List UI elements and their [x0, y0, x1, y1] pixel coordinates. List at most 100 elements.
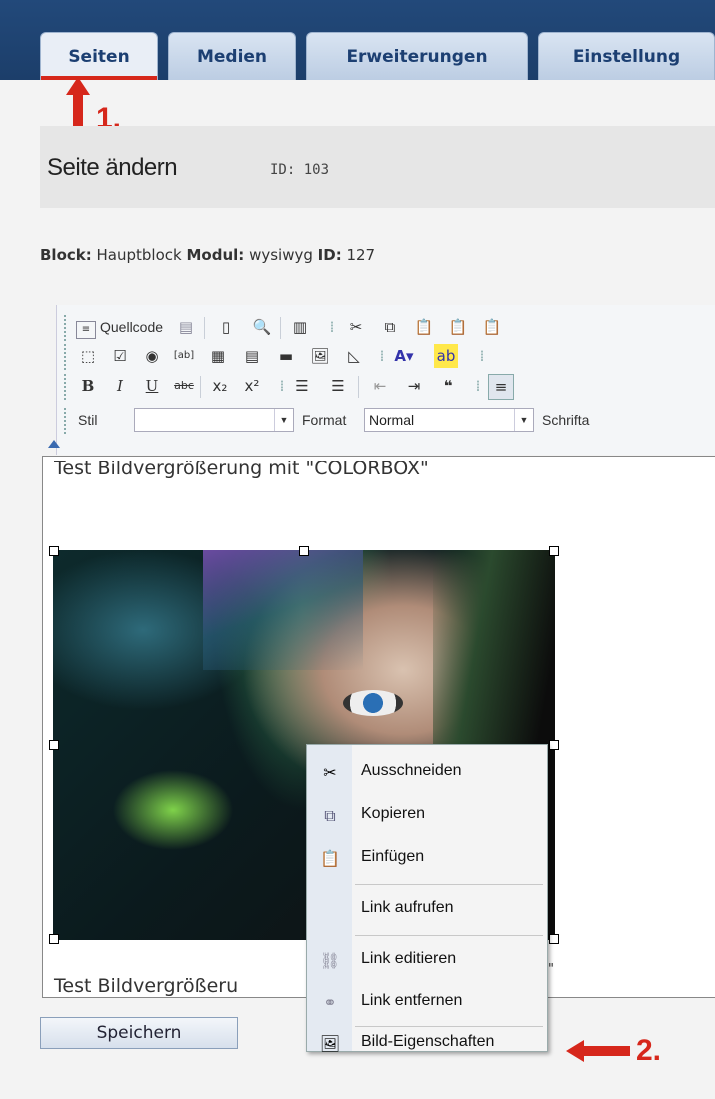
menu-item-edit-link[interactable]: ⛓ Link editieren [307, 941, 547, 981]
menu-item-cut[interactable]: ✂ Ausschneiden [307, 753, 547, 793]
toolbar-grip [64, 408, 69, 434]
textfield-icon[interactable]: [ab] [172, 344, 196, 368]
toolbar-row-2: ⬚ ☑ ◉ [ab] ▦ ▤ ▬ 🖼 ◺ ⁞ A▾ ab ⁞ [64, 342, 715, 372]
menu-item-label: Einfügen [361, 848, 425, 865]
copy-icon: ⧉ [324, 806, 336, 825]
toolbar-separator [200, 376, 201, 398]
subscript-icon[interactable]: x₂ [208, 374, 232, 398]
menu-item-label: Kopieren [361, 805, 426, 822]
link-icon: ⛓ [319, 951, 341, 970]
menu-item-open-link[interactable]: Link aufrufen [307, 890, 547, 930]
strikethrough-icon[interactable]: abc [172, 374, 196, 398]
tab-label: Einstellung [572, 47, 681, 67]
annotation-step-2: 2. [636, 1034, 662, 1067]
text-color-icon[interactable]: A▾ [392, 344, 416, 368]
menu-item-paste[interactable]: 📋 Einfügen [307, 839, 547, 879]
page-id: ID: 103 [270, 162, 330, 178]
block-label: Block: [40, 246, 92, 264]
paste-icon[interactable]: 📋 [412, 315, 436, 339]
paste-icon: 📋 [320, 849, 340, 868]
style-select[interactable]: ▼ [134, 408, 294, 432]
tab-erweiterungen[interactable]: Erweiterungen [306, 32, 528, 80]
menu-item-label: Ausschneiden [361, 762, 462, 779]
superscript-icon[interactable]: x² [240, 374, 264, 398]
font-label: Schrifta [542, 412, 590, 428]
italic-icon[interactable]: I [108, 374, 132, 398]
page-title: Seite ändern [47, 154, 178, 181]
bold-icon[interactable]: B [76, 374, 100, 398]
tab-seiten[interactable]: Seiten [40, 32, 158, 80]
toolbar-row-3: B I U abc x₂ x² ⁞ ☰ ☰ ⇤ ⇥ ❝ ⁞ ≡ [64, 372, 715, 402]
format-value: Normal [369, 412, 415, 428]
menu-separator [355, 884, 543, 885]
resize-handle[interactable] [49, 546, 59, 556]
select-icon[interactable]: ▤ [240, 344, 264, 368]
source-code-button[interactable]: Quellcode [100, 319, 163, 335]
radio-icon[interactable]: ◉ [140, 344, 164, 368]
resize-handle[interactable] [299, 546, 309, 556]
chevron-down-icon: ▼ [514, 409, 533, 431]
source-code-icon[interactable]: ≡ [76, 321, 96, 339]
toolbar-row-1: ≡ Quellcode ▤ ▯ 🔍 ▥ ⁞ ✂ ⧉ 📋 📋 📋 [64, 313, 715, 343]
menu-item-copy[interactable]: ⧉ Kopieren [307, 796, 547, 836]
paste-text-icon[interactable]: 📋 [446, 315, 470, 339]
background-color-icon[interactable]: ab [434, 344, 458, 368]
menu-item-image-properties[interactable]: 🖼 Bild-Eigenschaften [307, 1009, 547, 1053]
menu-item-label: Link aufrufen [361, 899, 454, 916]
save-doc-icon[interactable]: ▤ [174, 315, 198, 339]
toolbar-group-end: ⁞ [329, 318, 335, 336]
module-value: wysiwyg [249, 246, 313, 264]
toolbar-row-4: Stil ▼ Format Normal ▼ Schrifta [64, 406, 715, 436]
outdent-icon[interactable]: ⇤ [368, 374, 392, 398]
format-select[interactable]: Normal ▼ [364, 408, 534, 432]
underline-icon[interactable]: U [140, 374, 164, 398]
scissors-icon: ✂ [323, 763, 337, 782]
templates-icon[interactable]: ▥ [288, 315, 312, 339]
tab-label: Medien [196, 47, 268, 67]
resize-handle[interactable] [549, 546, 559, 556]
photo-detail [203, 550, 363, 670]
collapse-toolbar-icon[interactable] [48, 440, 60, 448]
form-icon[interactable]: ⬚ [76, 344, 100, 368]
format-label: Format [302, 412, 347, 428]
copy-icon[interactable]: ⧉ [378, 315, 402, 339]
resize-handle[interactable] [549, 934, 559, 944]
resize-handle[interactable] [49, 934, 59, 944]
checkbox-icon[interactable]: ☑ [108, 344, 132, 368]
image-button-icon[interactable]: 🖼 [308, 344, 332, 368]
indent-icon[interactable]: ⇥ [402, 374, 426, 398]
menu-separator [355, 935, 543, 936]
hidden-field-icon[interactable]: ◺ [342, 344, 366, 368]
resize-handle[interactable] [549, 740, 559, 750]
toolbar-grip [64, 374, 69, 400]
new-page-icon[interactable]: ▯ [214, 315, 238, 339]
module-label: Modul: [186, 246, 245, 264]
tab-label: Seiten [68, 47, 130, 67]
style-label: Stil [78, 412, 98, 428]
menu-item-label: Bild-Eigenschaften [361, 1033, 495, 1050]
bulleted-list-icon[interactable]: ☰ [326, 374, 350, 398]
content-text-quote: " [548, 962, 554, 977]
content-text-line-1: Test Bildvergrößerung mit "COLORBOX" [54, 461, 429, 479]
tab-einstellungen[interactable]: Einstellung [538, 32, 715, 80]
photo-detail [343, 690, 403, 716]
numbered-list-icon[interactable]: ☰ [290, 374, 314, 398]
tab-medien[interactable]: Medien [168, 32, 296, 80]
image-properties-icon: 🖼 [319, 1034, 341, 1053]
cut-icon[interactable]: ✂ [344, 315, 368, 339]
resize-handle[interactable] [49, 740, 59, 750]
block-id-label: ID: [317, 246, 342, 264]
save-button[interactable]: Speichern [40, 1017, 238, 1049]
content-text-line-2: Test Bildvergrößeru [54, 975, 239, 997]
align-left-icon[interactable]: ≡ [488, 374, 514, 400]
preview-icon[interactable]: 🔍 [250, 315, 274, 339]
button-icon[interactable]: ▬ [274, 344, 298, 368]
menu-item-label: Link entfernen [361, 992, 463, 1009]
block-value: Hauptblock [96, 246, 182, 264]
context-menu: ✂ Ausschneiden ⧉ Kopieren 📋 Einfügen Lin… [306, 744, 548, 1053]
tab-label: Erweiterungen [346, 47, 488, 67]
blockquote-icon[interactable]: ❝ [436, 374, 460, 398]
annotation-arrow-left-icon [566, 1040, 630, 1062]
paste-word-icon[interactable]: 📋 [480, 315, 504, 339]
textarea-icon[interactable]: ▦ [206, 344, 230, 368]
